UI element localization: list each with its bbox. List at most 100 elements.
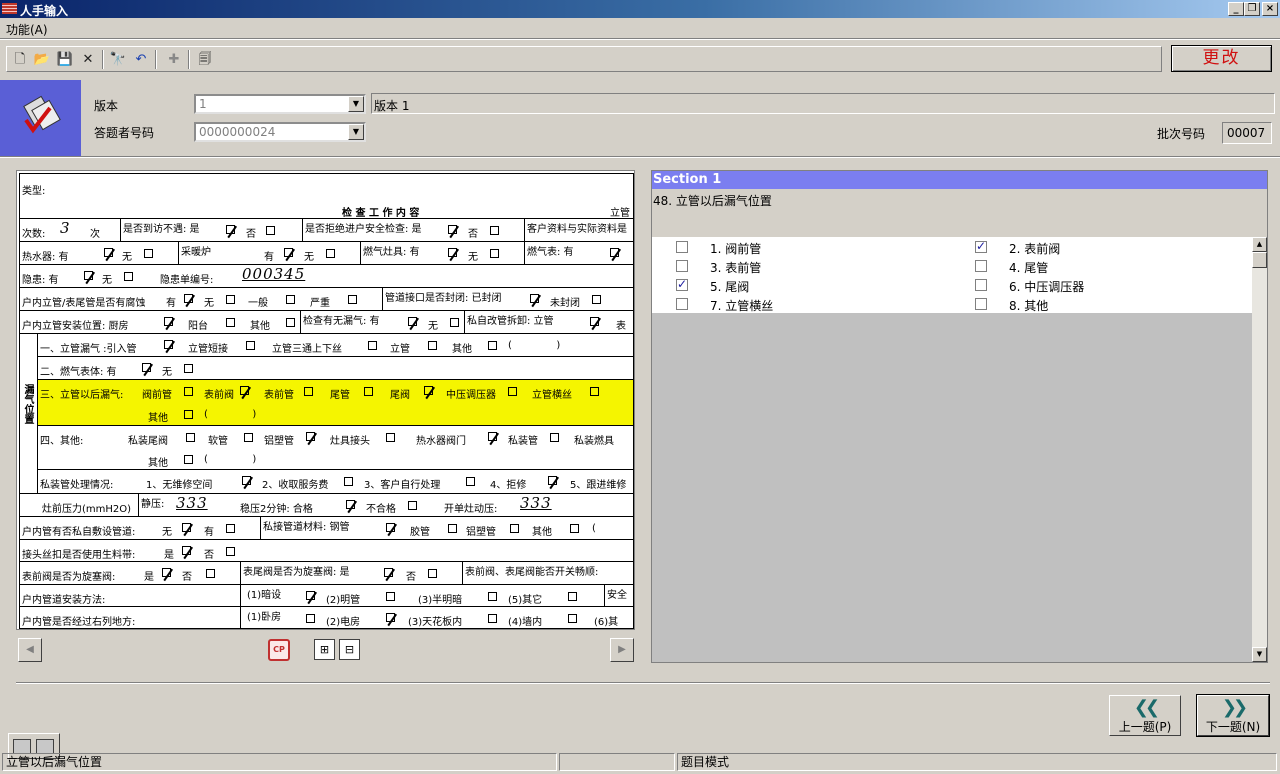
form-text: 私装管处理情况: xyxy=(40,480,114,491)
form-text: 热水器阀门 xyxy=(416,436,466,447)
new-file-icon[interactable]: 🗋 xyxy=(10,50,30,69)
form-text: 次 xyxy=(90,229,100,240)
open-folder-icon[interactable]: 📂 xyxy=(32,50,52,69)
vertical-scrollbar[interactable]: ▲ ▼ xyxy=(1252,237,1267,662)
respondent-combo[interactable]: 0000000024 ▼ xyxy=(194,122,366,142)
form-text: 有 xyxy=(264,252,274,263)
form-text: 否 xyxy=(204,550,214,561)
form-text: 静压: xyxy=(138,494,164,516)
form-text: 表 xyxy=(616,321,626,332)
form-text: 其他 xyxy=(532,527,552,538)
undo-icon[interactable]: ↶ xyxy=(131,50,151,69)
title-bar: 人手输入 _ ❐ × xyxy=(0,0,1280,18)
form-text: 立管 xyxy=(390,344,410,355)
form-text: (2)明管 xyxy=(326,595,361,606)
scroll-up-icon[interactable]: ▲ xyxy=(1252,237,1267,252)
form-text: 无 xyxy=(162,367,172,378)
form-text: 无 xyxy=(304,252,314,263)
checkbox[interactable] xyxy=(975,239,987,253)
doc-scroll-left-button[interactable]: ◀ xyxy=(18,638,42,662)
form-text: 立管三通上下丝 xyxy=(272,344,342,355)
form-text: 隐患单编号: xyxy=(160,275,214,286)
doc-scroll-right-button[interactable]: ▶ xyxy=(610,638,634,662)
ocr-tool-icon[interactable]: CP xyxy=(268,639,290,661)
find-icon[interactable]: 🔭 xyxy=(108,50,128,69)
form-text: 表前阀是否为旋塞阀: xyxy=(22,572,116,583)
form-text: 私接管道材料: 钢管 xyxy=(260,517,350,539)
form-text: 采暖炉 xyxy=(178,242,211,264)
next-question-button[interactable]: ❯❯ 下一题(N) xyxy=(1196,694,1270,737)
form-text: 私装燃具 xyxy=(574,436,614,447)
form-text: 铝塑管 xyxy=(466,527,496,538)
form-text: 1、无维修空间 xyxy=(146,480,213,491)
window-title: 人手输入 xyxy=(20,4,69,18)
checkbox[interactable] xyxy=(975,260,987,272)
form-text: 表尾阀是否为旋塞阀: 是 xyxy=(240,562,350,584)
version-combo[interactable]: 1 ▼ xyxy=(194,94,366,114)
form-text: 阀前管 xyxy=(142,390,172,401)
leak-after-riser-row: 三、立管以后漏气: 阀前管 表前阀 表前管 尾管 尾阀 中压调压器 立管横丝 其… xyxy=(38,380,633,426)
form-text: 安全 xyxy=(604,585,627,606)
change-button[interactable]: 更改 xyxy=(1171,45,1272,72)
checkbox[interactable] xyxy=(975,279,987,291)
form-text: 是否拒绝进户安全检查: 是 xyxy=(302,219,422,241)
minimize-button[interactable]: _ xyxy=(1228,2,1244,16)
double-chevron-left-icon: ❮❮ xyxy=(1133,697,1160,718)
zoom-out-icon[interactable]: ⊟ xyxy=(339,639,360,660)
batch-value: 00007 xyxy=(1227,126,1266,140)
header-icon-panel xyxy=(0,80,81,156)
form-check-icon xyxy=(23,95,61,134)
form-text: 开单灶动压: xyxy=(444,504,498,515)
scanned-form-viewer[interactable]: 类型: 检 查 工 作 内 容 立管 次数: 3 次 是否到访不遇: 是 否 是… xyxy=(16,170,635,630)
checkbox[interactable] xyxy=(676,277,688,291)
form-text: 燃气灶具: 有 xyxy=(360,242,420,264)
form-text: 接头丝扣是否使用生料带: xyxy=(22,550,136,561)
form-text: 4、拒修 xyxy=(490,480,527,491)
status-bar: 立管以后漏气位置 题目模式 xyxy=(0,753,1280,774)
form-text: 尾管 xyxy=(330,390,350,401)
batch-label: 批次号码 xyxy=(1157,127,1206,141)
scroll-thumb[interactable] xyxy=(1252,252,1267,268)
checkbox[interactable] xyxy=(975,298,987,310)
close-button[interactable]: × xyxy=(1262,2,1278,16)
form-text: (2)电房 xyxy=(326,617,361,628)
form-text: 无 xyxy=(204,298,214,309)
restore-button[interactable]: ❐ xyxy=(1244,2,1260,16)
chevron-down-icon[interactable]: ▼ xyxy=(348,124,364,140)
version-label: 版本 xyxy=(94,99,119,113)
form-text: 表前管 xyxy=(264,390,294,401)
form-text: 软管 xyxy=(208,436,228,447)
checkbox[interactable] xyxy=(676,298,688,310)
form-text: 其他 xyxy=(148,458,168,469)
form-text: 其他 xyxy=(148,413,168,424)
checkbox[interactable] xyxy=(676,241,688,253)
zoom-in-icon[interactable]: ⊞ xyxy=(314,639,335,660)
form-text: (3)半明暗 xyxy=(418,595,463,606)
form-text: 2、收取服务费 xyxy=(262,480,329,491)
scroll-down-icon[interactable]: ▼ xyxy=(1252,647,1267,662)
cascade-window-icon[interactable] xyxy=(36,739,54,754)
document-icon[interactable]: 🗐 xyxy=(195,50,215,69)
prev-question-button[interactable]: ❮❮ 上一题(P) xyxy=(1109,695,1181,736)
form-text: (3)天花板内 xyxy=(408,617,463,628)
save-icon[interactable]: 💾 xyxy=(55,50,75,69)
form-text: 5、跟进维修 xyxy=(570,480,627,491)
form-text: (5)其它 xyxy=(508,595,543,606)
form-text: 无 xyxy=(102,275,112,286)
chevron-down-icon[interactable]: ▼ xyxy=(348,96,364,112)
option-label: 1. 阀前管 xyxy=(710,242,762,256)
form-text: 热水器: 有 xyxy=(22,252,69,263)
tile-window-icon[interactable] xyxy=(13,739,31,754)
add-icon[interactable]: ✚ xyxy=(164,50,184,69)
form-text: 户内管是否经过右列地方: xyxy=(22,617,136,628)
form-text: 私装管 xyxy=(508,436,538,447)
delete-icon[interactable]: ✕ xyxy=(78,50,98,69)
form-text: 阳台 xyxy=(188,321,208,332)
form-text: 灶前压力(mmH2O) xyxy=(42,504,132,515)
form-text: 尾阀 xyxy=(390,390,410,401)
menu-function[interactable]: 功能(A) xyxy=(6,21,48,38)
form-text: 管道接口是否封闭: 已封闭 xyxy=(382,288,502,310)
toolbar: 🗋 📂 💾 ✕ 🔭 ↶ ✚ 🗐 xyxy=(6,46,1162,72)
form-text: 燃气表: 有 xyxy=(524,242,574,264)
checkbox[interactable] xyxy=(676,260,688,272)
